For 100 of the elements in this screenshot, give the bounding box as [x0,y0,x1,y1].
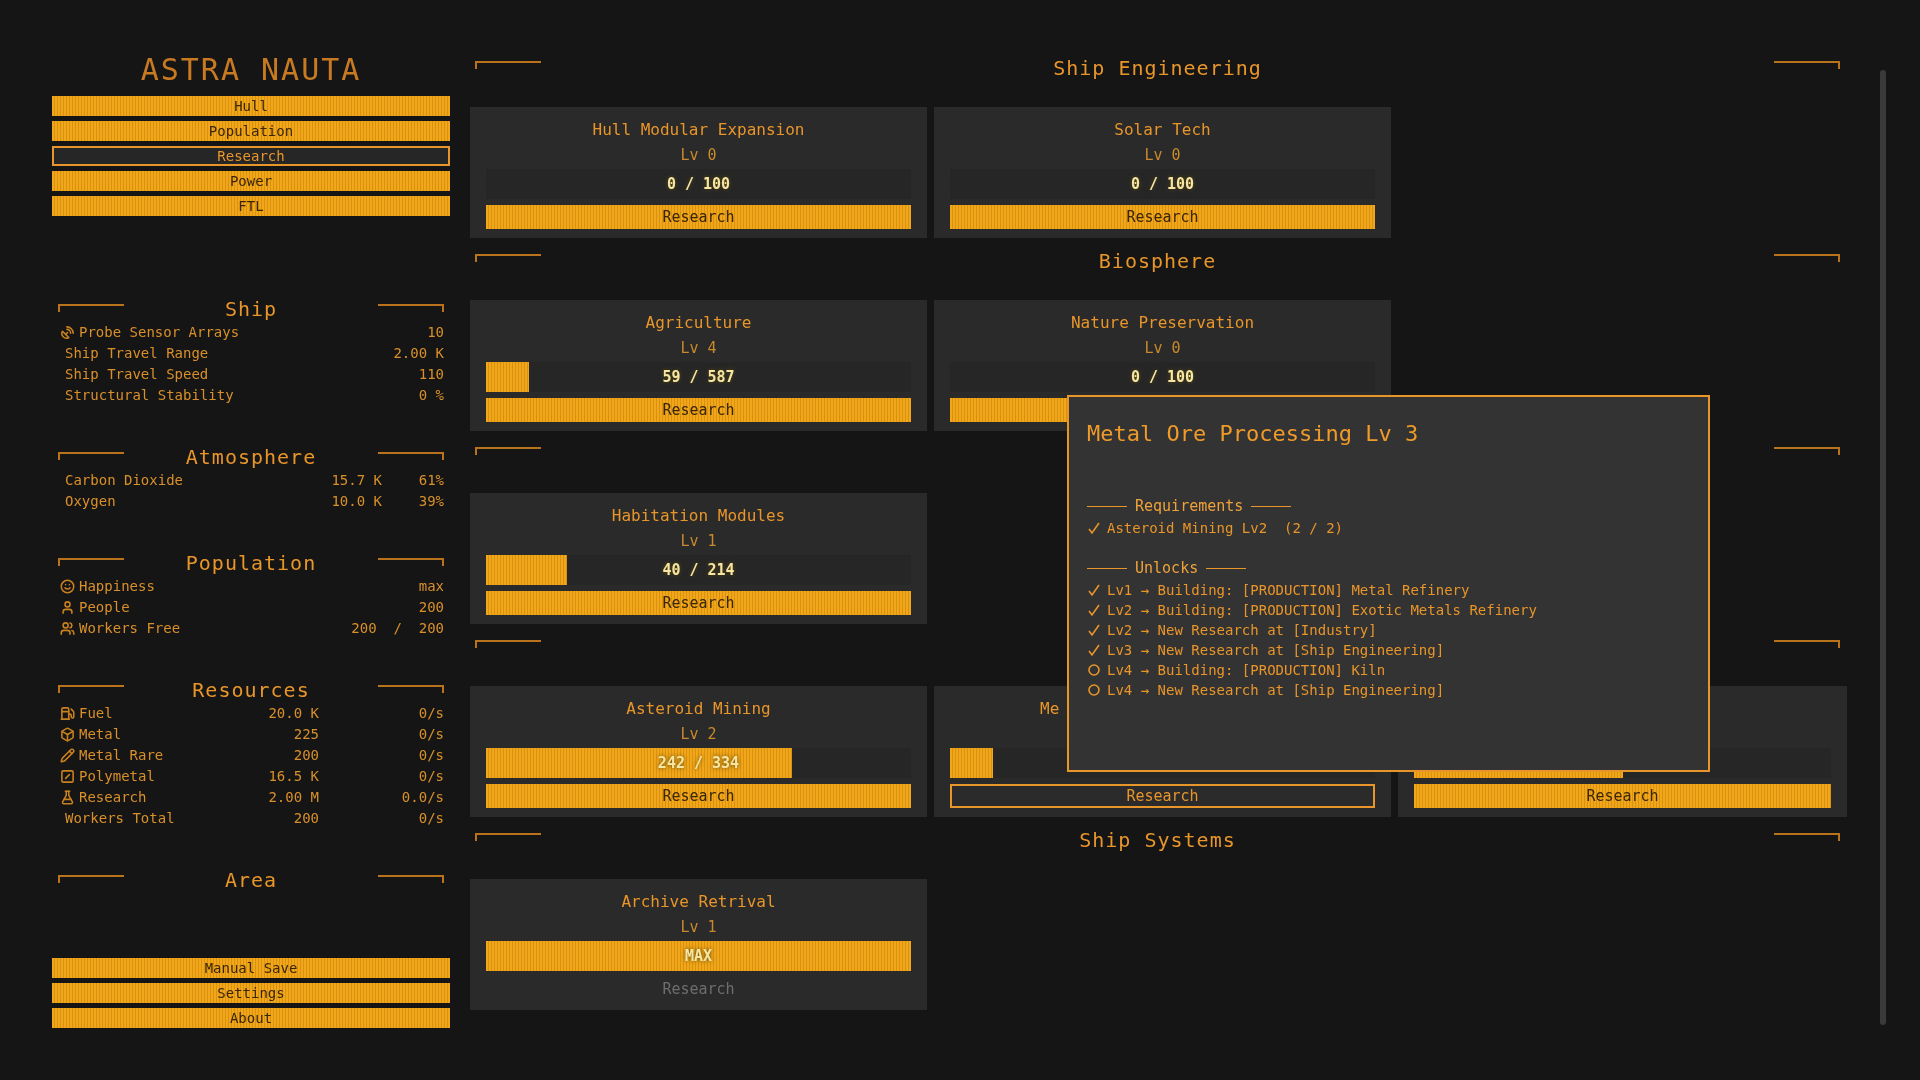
stat-value: 0 % [417,386,444,405]
footer-button[interactable]: Settings [52,983,450,1003]
corner-bracket [1774,833,1840,841]
stat-value: 20.0 K [267,704,319,723]
stat-label: Polymetal [79,767,155,786]
nav-button[interactable]: Hull [52,96,450,116]
corner-bracket [1774,640,1840,648]
footer-button[interactable]: Manual Save [52,958,450,978]
research-button[interactable]: Research [486,205,911,229]
stat-value: 0/s [417,767,444,786]
level-label: Lv 1 [680,916,717,938]
nav-button[interactable]: FTL [52,196,450,216]
card-title: Nature Preservation [1071,312,1254,334]
research-button[interactable]: Research [950,205,1375,229]
tooltip-title: Metal Ore Processing Lv 3 [1087,420,1420,448]
stat-value: 225 [292,725,319,744]
cube-icon [60,727,75,742]
stat-value: 0/s [417,704,444,723]
research-button[interactable]: Research [486,398,911,422]
corner-bracket [58,685,124,693]
progress-text: 0 / 100 [1129,173,1196,195]
nav-button[interactable]: Research [52,146,450,166]
progress-text: 40 / 214 [661,559,736,581]
tooltip-line: Lv2 → New Research at [Industry] [1107,620,1377,640]
stat-label: Workers Total [64,809,175,828]
nav-button[interactable]: Population [52,121,450,141]
stat-value: 39% [417,492,444,511]
stat-value: 10 [426,323,444,342]
stat-value: 0/s [417,746,444,765]
section-title: Biosphere [1098,248,1217,275]
tooltip-line: Lv2 → Building: [PRODUCTION] Exotic Metals Refinery [1107,600,1537,620]
progress-text: 0 / 100 [665,173,732,195]
app-title: ASTRA NAUTA [139,51,363,89]
section-title: Population [185,550,317,576]
card-title: Hull Modular Expansion [592,119,805,141]
card-title: Habitation Modules [611,505,786,527]
tooltip-line: Asteroid Mining Lv2 (2 / 2) [1107,518,1343,538]
corner-bracket [1774,254,1840,262]
corner-bracket [1774,61,1840,69]
flask-icon [60,790,75,805]
nav-button[interactable]: Power [52,171,450,191]
person-icon [60,600,75,615]
tooltip-heading: Requirements [1135,495,1244,517]
stat-value: 200 [292,746,319,765]
level-label: Lv 2 [680,723,717,745]
tooltip-line: Lv3 → New Research at [Ship Engineering] [1107,640,1445,660]
research-button[interactable]: Research [1414,784,1831,808]
stat-label: Ship Travel Range [64,344,209,363]
stat-label: Ship Travel Speed [64,365,209,384]
corner-bracket [378,685,444,693]
stat-value: 0/s [417,809,444,828]
footer-button[interactable]: About [52,1008,450,1028]
level-label: Lv 0 [1144,337,1181,359]
corner-bracket [58,304,124,312]
research-button[interactable]: Research [486,591,911,615]
scrollbar[interactable] [1879,70,1886,1025]
progress-text: 59 / 587 [661,366,736,388]
stat-value: 200 [417,598,444,617]
check-icon [1087,643,1101,657]
corner-bracket [475,254,541,262]
tooltip-heading: Unlocks [1135,557,1199,579]
stat-value: 0/s [417,725,444,744]
stat-value: 200 / 200 [350,619,444,638]
progress-text: 0 / 100 [1129,366,1196,388]
corner-bracket [475,447,541,455]
stat-label: Workers Free [79,619,181,638]
section-title: Area [224,867,278,893]
corner-bracket [475,640,541,648]
stat-label: Probe Sensor Arrays [79,323,240,342]
check-icon [1087,583,1101,597]
card-title: Archive Retrival [621,891,776,913]
section-title: Resources [192,677,310,703]
level-label: Lv 4 [680,337,717,359]
corner-bracket [58,558,124,566]
progress-text: 242 / 334 [656,752,741,774]
satellite-dish-icon [60,325,75,340]
stat-label: Carbon Dioxide [64,471,183,490]
stat-label: Happiness [79,577,155,596]
level-label: Lv 0 [1144,144,1181,166]
stat-value: 0.0/s [400,788,444,807]
corner-bracket [378,452,444,460]
stat-value: 15.7 K [330,471,382,490]
tooltip-line: Lv4 → Building: [PRODUCTION] Kiln [1107,660,1386,680]
pencil-icon [60,748,75,763]
section-title: Ship Systems [1079,827,1236,854]
corner-bracket [1774,447,1840,455]
stat-label: Structural Stability [64,386,234,405]
stat-value: 2.00 M [267,788,319,807]
circle-icon [1087,663,1101,677]
stat-value: 16.5 K [267,767,319,786]
stat-label: Research [79,788,147,807]
check-icon [1087,603,1101,617]
research-button[interactable]: Research [486,784,911,808]
stat-label: Oxygen [64,492,116,511]
card-title: Asteroid Mining [626,698,771,720]
check-icon [1087,623,1101,637]
research-button[interactable]: Research [950,784,1375,808]
circle-icon [1087,683,1101,697]
stat-value: 10.0 K [330,492,382,511]
stat-value: 61% [417,471,444,490]
